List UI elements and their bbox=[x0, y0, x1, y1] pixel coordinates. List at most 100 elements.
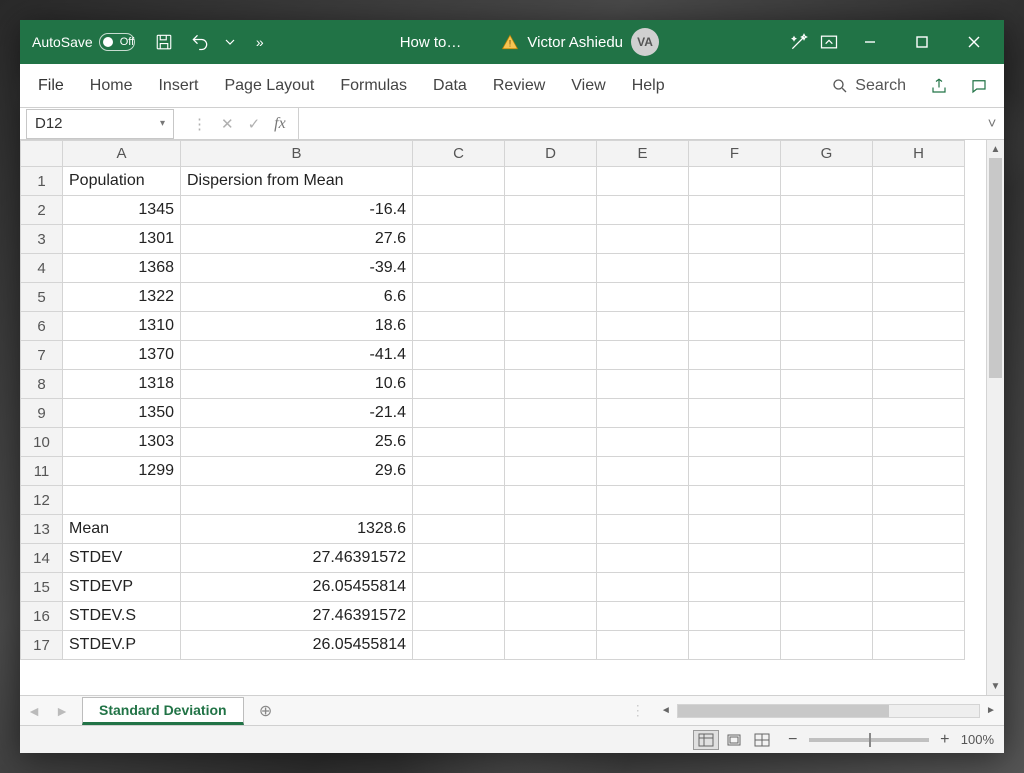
cell[interactable] bbox=[689, 283, 781, 312]
cell[interactable] bbox=[597, 254, 689, 283]
more-functions-icon[interactable]: ⋮ bbox=[192, 115, 207, 133]
zoom-level[interactable]: 100% bbox=[961, 732, 994, 747]
cell[interactable] bbox=[505, 544, 597, 573]
cell[interactable] bbox=[689, 225, 781, 254]
cell[interactable] bbox=[873, 428, 965, 457]
column-header[interactable]: H bbox=[873, 141, 965, 167]
cell[interactable] bbox=[413, 254, 505, 283]
cell[interactable]: STDEVP bbox=[63, 573, 181, 602]
cell[interactable]: 26.05455814 bbox=[181, 631, 413, 660]
tell-me-search[interactable]: Search bbox=[821, 73, 916, 99]
cell[interactable] bbox=[689, 254, 781, 283]
cell[interactable]: 6.6 bbox=[181, 283, 413, 312]
tab-page-layout[interactable]: Page Layout bbox=[214, 71, 324, 101]
magic-icon[interactable] bbox=[786, 32, 812, 52]
cell[interactable]: -21.4 bbox=[181, 399, 413, 428]
row-header[interactable]: 8 bbox=[21, 370, 63, 399]
cell[interactable] bbox=[413, 515, 505, 544]
row-header[interactable]: 14 bbox=[21, 544, 63, 573]
cell[interactable] bbox=[873, 341, 965, 370]
save-icon[interactable] bbox=[151, 33, 177, 51]
cell[interactable] bbox=[781, 312, 873, 341]
cell[interactable] bbox=[181, 486, 413, 515]
cell[interactable] bbox=[597, 573, 689, 602]
cell[interactable]: 25.6 bbox=[181, 428, 413, 457]
cell[interactable] bbox=[413, 573, 505, 602]
cell[interactable]: 1368 bbox=[63, 254, 181, 283]
cell[interactable] bbox=[873, 370, 965, 399]
zoom-out-button[interactable]: − bbox=[785, 731, 801, 749]
cell[interactable] bbox=[781, 457, 873, 486]
cell[interactable] bbox=[505, 283, 597, 312]
cell[interactable]: 1301 bbox=[63, 225, 181, 254]
cell[interactable] bbox=[689, 428, 781, 457]
cell[interactable] bbox=[413, 370, 505, 399]
autosave-toggle[interactable]: AutoSave Off bbox=[26, 33, 141, 51]
cell[interactable] bbox=[413, 399, 505, 428]
cell[interactable] bbox=[781, 631, 873, 660]
cell[interactable] bbox=[505, 341, 597, 370]
cell[interactable] bbox=[873, 225, 965, 254]
row-header[interactable]: 16 bbox=[21, 602, 63, 631]
cell[interactable] bbox=[873, 515, 965, 544]
cell[interactable] bbox=[597, 486, 689, 515]
cell[interactable] bbox=[873, 254, 965, 283]
cell[interactable] bbox=[505, 196, 597, 225]
tab-formulas[interactable]: Formulas bbox=[330, 71, 417, 101]
cell[interactable]: 1299 bbox=[63, 457, 181, 486]
cell[interactable] bbox=[873, 544, 965, 573]
undo-icon[interactable] bbox=[187, 32, 213, 52]
account-area[interactable]: ! Victor Ashiedu VA bbox=[501, 28, 659, 56]
row-header[interactable]: 13 bbox=[21, 515, 63, 544]
vertical-scrollbar[interactable]: ▲ ▼ bbox=[986, 140, 1004, 695]
cell[interactable]: 1310 bbox=[63, 312, 181, 341]
cell[interactable] bbox=[413, 225, 505, 254]
tab-home[interactable]: Home bbox=[80, 71, 143, 101]
cell[interactable] bbox=[505, 370, 597, 399]
name-box[interactable]: D12 ▾ bbox=[26, 109, 174, 139]
name-box-dropdown-icon[interactable]: ▾ bbox=[160, 118, 165, 129]
cell[interactable] bbox=[781, 428, 873, 457]
cell[interactable]: 1322 bbox=[63, 283, 181, 312]
row-header[interactable]: 7 bbox=[21, 341, 63, 370]
hscroll-thumb[interactable] bbox=[678, 705, 889, 717]
insert-function-icon[interactable]: fx bbox=[274, 115, 286, 133]
cell[interactable] bbox=[413, 283, 505, 312]
cell[interactable] bbox=[597, 457, 689, 486]
cell[interactable] bbox=[505, 225, 597, 254]
cell[interactable]: STDEV.S bbox=[63, 602, 181, 631]
tabstrip-splitter[interactable]: ⋮ bbox=[631, 702, 645, 719]
minimize-button[interactable] bbox=[846, 20, 894, 64]
cell[interactable] bbox=[505, 631, 597, 660]
cell[interactable] bbox=[689, 312, 781, 341]
column-header[interactable]: E bbox=[597, 141, 689, 167]
scroll-right-icon[interactable]: ► bbox=[982, 705, 1000, 716]
page-layout-view-button[interactable] bbox=[721, 730, 747, 750]
comments-button[interactable] bbox=[962, 71, 996, 101]
cell[interactable] bbox=[873, 631, 965, 660]
cell[interactable]: 1328.6 bbox=[181, 515, 413, 544]
cell[interactable] bbox=[689, 457, 781, 486]
cell[interactable] bbox=[505, 428, 597, 457]
cell[interactable] bbox=[413, 631, 505, 660]
ribbon-display-icon[interactable] bbox=[816, 32, 842, 52]
tab-help[interactable]: Help bbox=[622, 71, 675, 101]
cell[interactable] bbox=[781, 341, 873, 370]
tab-scroll-left-icon[interactable]: ◄ bbox=[20, 703, 48, 719]
cell[interactable] bbox=[781, 283, 873, 312]
cell[interactable] bbox=[505, 515, 597, 544]
cell[interactable] bbox=[505, 602, 597, 631]
tab-file[interactable]: File bbox=[28, 71, 74, 101]
cell[interactable] bbox=[505, 399, 597, 428]
tab-review[interactable]: Review bbox=[483, 71, 555, 101]
share-button[interactable] bbox=[922, 71, 956, 101]
cell[interactable] bbox=[689, 515, 781, 544]
column-header[interactable]: D bbox=[505, 141, 597, 167]
cell[interactable] bbox=[873, 283, 965, 312]
cell[interactable] bbox=[597, 167, 689, 196]
cancel-formula-icon[interactable]: ✕ bbox=[221, 115, 234, 133]
toggle-switch[interactable]: Off bbox=[99, 33, 135, 51]
cell[interactable]: 1318 bbox=[63, 370, 181, 399]
cell[interactable] bbox=[597, 370, 689, 399]
undo-dropdown-icon[interactable] bbox=[223, 37, 237, 47]
